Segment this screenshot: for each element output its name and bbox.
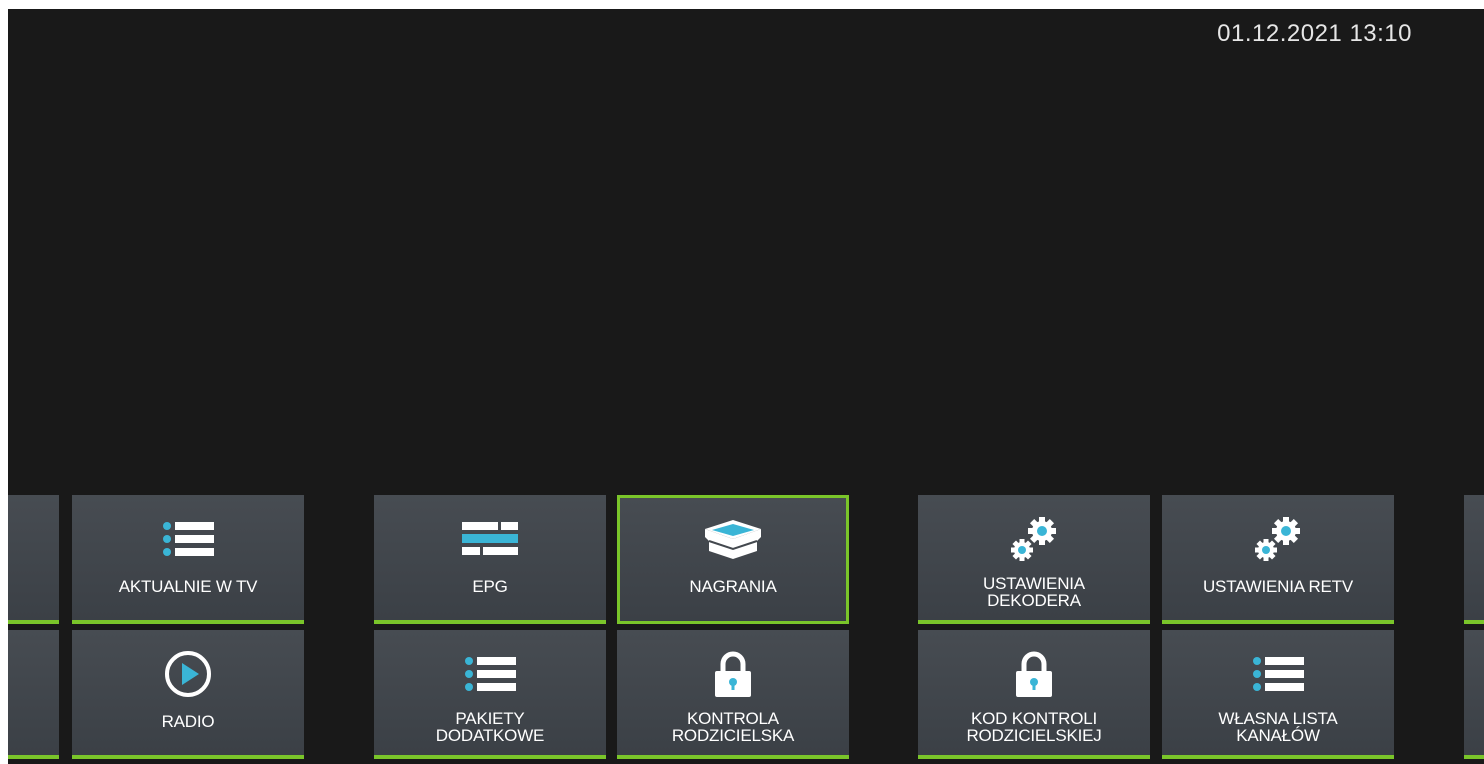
play-circle-icon	[158, 651, 218, 697]
tile-wlasna-lista-kanalow[interactable]: WŁASNA LISTA KANAŁÓW	[1162, 630, 1394, 759]
menu-tile-partial-left[interactable]	[8, 630, 59, 759]
tile-label: USTAWIENIA RETV	[1202, 577, 1354, 596]
tile-label: KOD KONTROLI RODZICIELSKIEJ	[966, 709, 1102, 745]
tile-label: PAKIETY DODATKOWE	[435, 709, 545, 745]
tile-epg[interactable]: EPG	[374, 495, 606, 624]
tile-label: RADIO	[161, 712, 215, 731]
menu-tile-partial-left[interactable]	[8, 495, 59, 624]
open-box-icon	[703, 517, 763, 561]
tile-label: WŁASNA LISTA KANAŁÓW	[1218, 709, 1338, 745]
tile-aktualnie-w-tv[interactable]: AKTUALNIE W TV	[72, 495, 304, 624]
menu-tile-partial-right[interactable]	[1464, 630, 1484, 759]
padlock-icon	[703, 651, 763, 697]
tile-label: NAGRANIA	[689, 577, 777, 596]
tile-label: USTAWIENIA DEKODERA	[983, 574, 1085, 610]
clock: 01.12.2021 13:10	[1217, 20, 1412, 47]
tile-ustawienia-retv[interactable]: USTAWIENIA RETV	[1162, 495, 1394, 624]
list-icon	[1248, 652, 1308, 696]
tile-kontrola-rodzicielska[interactable]: KONTROLA RODZICIELSKA	[617, 630, 849, 759]
padlock-icon	[1004, 651, 1064, 697]
epg-grid-icon	[460, 517, 520, 561]
tile-label: AKTUALNIE W TV	[118, 577, 258, 596]
list-icon	[460, 652, 520, 696]
tile-nagrania[interactable]: NAGRANIA	[617, 495, 849, 624]
gears-icon	[1004, 517, 1064, 561]
tile-pakiety-dodatkowe[interactable]: PAKIETY DODATKOWE	[374, 630, 606, 759]
gears-icon	[1248, 517, 1308, 561]
list-icon	[158, 517, 218, 561]
tile-label: EPG	[472, 577, 508, 596]
tv-screen: 01.12.2021 13:10 AKTUALNIE W TV EPG NAGR…	[8, 9, 1484, 764]
tile-label: KONTROLA RODZICIELSKA	[671, 709, 795, 745]
tile-radio[interactable]: RADIO	[72, 630, 304, 759]
tile-ustawienia-dekodera[interactable]: USTAWIENIA DEKODERA	[918, 495, 1150, 624]
tile-kod-kontroli-rodzicielskiej[interactable]: KOD KONTROLI RODZICIELSKIEJ	[918, 630, 1150, 759]
menu-tile-partial-right[interactable]	[1464, 495, 1484, 624]
